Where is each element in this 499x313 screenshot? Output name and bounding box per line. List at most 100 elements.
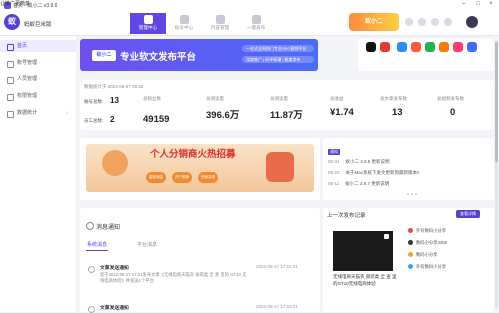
- bell-icon[interactable]: [418, 18, 426, 26]
- shield-icon: [7, 94, 14, 101]
- stat-label: 总视频发布数: [437, 96, 464, 101]
- notice-text: 蚁小二 3.9.8 更新说明: [345, 159, 390, 164]
- sidebar-item-label: 权限管理: [17, 93, 38, 99]
- promo-bubble: 快速变现: [198, 172, 218, 183]
- active-tab-indicator: [86, 250, 108, 251]
- accounts-value: 13: [110, 96, 119, 105]
- banner-logo: 蚁小二: [92, 50, 116, 61]
- release-platform-name: 外有数码小分享: [416, 264, 447, 269]
- view-details-button[interactable]: 查看详情: [456, 210, 480, 218]
- sidebar-item-label: 首页: [17, 43, 28, 49]
- stat-value: 396.6万: [206, 110, 240, 121]
- banner-title: 专业软文发布平台: [120, 52, 197, 63]
- notice-text: 蚁小二 3.9.7 更新说明: [345, 181, 390, 186]
- help-icon[interactable]: [444, 18, 452, 26]
- message-icon: [86, 222, 94, 230]
- release-platform-name: 外有数码小分享: [416, 228, 447, 233]
- sidebar-item-staff[interactable]: 人员管理: [0, 73, 76, 85]
- sidebar-item-accounts[interactable]: 账号管理: [0, 57, 76, 69]
- sidebar-item-home[interactable]: 首页: [0, 40, 76, 52]
- last-release-title: 上一次发布记录: [327, 213, 366, 219]
- banner-pill: 深度推广 | 好评如潮 | 额度发布: [242, 56, 314, 63]
- notice-text: 关于Mac系统下发文更新到最新版本!!: [345, 170, 420, 175]
- stat-value: 0: [450, 107, 456, 118]
- stat-label: 总收益: [330, 96, 344, 101]
- publish-icon: [251, 15, 261, 24]
- maximize-button[interactable]: □: [476, 1, 480, 7]
- platform-icon: [408, 252, 413, 258]
- promo-banner[interactable]: 蚁小二 专业软文发布平台 一站式全网热门专业SEO营销平台 深度推广 | 好评如…: [80, 39, 318, 71]
- promo-title: 个人分销商火热招募: [150, 149, 236, 160]
- stat-value: ¥1.74: [330, 107, 354, 118]
- nav-tab-management[interactable]: 管理中心: [130, 13, 166, 34]
- douyin-icon[interactable]: [366, 42, 376, 52]
- account-icon: [7, 61, 14, 68]
- bilibili-icon[interactable]: [467, 42, 477, 52]
- nav-tab-accounts[interactable]: 账号中心: [166, 13, 202, 34]
- stat-value: 13: [392, 107, 403, 118]
- promo-bubble: 高额佣金: [146, 172, 166, 183]
- xiaohongshu-icon[interactable]: [453, 42, 463, 52]
- minimize-button[interactable]: –: [462, 1, 465, 7]
- stat-label: 总阅读量: [270, 96, 288, 101]
- play-icon: [384, 234, 389, 239]
- tab-platform-messages[interactable]: 平台消息: [137, 241, 157, 248]
- notice-item[interactable]: 05-31 蚁小二 3.9.8 更新说明: [328, 159, 390, 165]
- release-platform-item[interactable]: 数码小分享3355: [408, 240, 447, 246]
- people-icon: [7, 77, 14, 84]
- message-title[interactable]: 文章发送通知: [100, 264, 129, 271]
- message-icon[interactable]: [405, 18, 413, 26]
- management-icon: [143, 15, 153, 24]
- baidu-icon[interactable]: [439, 42, 449, 52]
- sidebar-item-permissions[interactable]: 权限管理: [0, 90, 76, 102]
- tab-system-messages[interactable]: 系统消息: [87, 241, 107, 248]
- weibo-icon[interactable]: [411, 42, 421, 52]
- release-platform-item[interactable]: 数码小分享: [408, 252, 437, 258]
- header-promo-banner[interactable]: 蚁小二: [349, 13, 399, 31]
- release-platform-item[interactable]: 外有数码小分享: [408, 264, 446, 270]
- recruit-promo-card[interactable]: 个人分销商火热招募 高额佣金 开户推荐 快速变现: [80, 138, 320, 200]
- message-status-icon: [88, 266, 95, 273]
- message-title[interactable]: 文章发送通知: [100, 304, 129, 311]
- account-icon: [179, 15, 189, 24]
- staff-label: 员工总数:: [84, 118, 104, 123]
- sidebar-item-statistics[interactable]: 数据统计 ›: [0, 107, 76, 119]
- gift-icon: [266, 152, 294, 182]
- total-fans-label: 总粉丝数: [143, 96, 161, 101]
- wechat-icon[interactable]: [425, 42, 435, 52]
- message-time: 2022-08-17 17:54:21: [256, 264, 298, 269]
- platform-icon: [408, 264, 413, 270]
- scrollbar-thumb[interactable]: [495, 42, 498, 162]
- content-icon: [215, 15, 225, 24]
- stats-timestamp: 数据统计于 2023-06-07 09:32: [84, 84, 144, 89]
- stat-label: 总文章发布数: [380, 96, 407, 101]
- nav-tab-label: 管理中心: [138, 25, 158, 30]
- notice-date: 05-11: [328, 181, 340, 186]
- sidebar-item-label: 账号管理: [17, 60, 38, 66]
- notice-item[interactable]: 05-22 关于Mac系统下发文更新到最新版本!!: [328, 170, 420, 176]
- platform-icon: [408, 240, 413, 246]
- nav-tab-label: 一键发布: [246, 25, 266, 30]
- carousel-dots[interactable]: [407, 191, 419, 197]
- accounts-label: 账号总数:: [84, 99, 104, 104]
- message-panel-title: 消息通知: [96, 225, 121, 231]
- toutiao-icon[interactable]: [380, 42, 390, 52]
- stat-value: 11.87万: [270, 110, 303, 121]
- notice-date: 05-31: [328, 159, 340, 164]
- stat-label: 总阅读量: [206, 96, 224, 101]
- total-fans-value: 49159: [143, 114, 170, 125]
- app-logo: 蚁: [4, 14, 20, 30]
- notice-item[interactable]: 05-11 蚁小二 3.9.7 更新说明: [328, 181, 389, 187]
- close-button[interactable]: ×: [489, 1, 493, 7]
- release-platform-item[interactable]: 外有数码小分享: [408, 228, 446, 234]
- settings-icon[interactable]: [431, 18, 439, 26]
- notice-badge: 通知: [328, 149, 340, 155]
- sidebar-item-label: 人员管理: [17, 76, 38, 82]
- zhihu-icon[interactable]: [397, 42, 407, 52]
- nav-tab-label: 账号中心: [174, 25, 194, 30]
- nav-tab-publish[interactable]: 一键发布: [238, 13, 274, 34]
- nav-tab-content[interactable]: 内容管理: [202, 13, 238, 34]
- home-icon: [7, 44, 14, 51]
- article-title[interactable]: 无线电商天猫衣 丽装类 全 查 里的GT10无线电商体验: [333, 273, 399, 287]
- user-avatar[interactable]: [466, 16, 478, 28]
